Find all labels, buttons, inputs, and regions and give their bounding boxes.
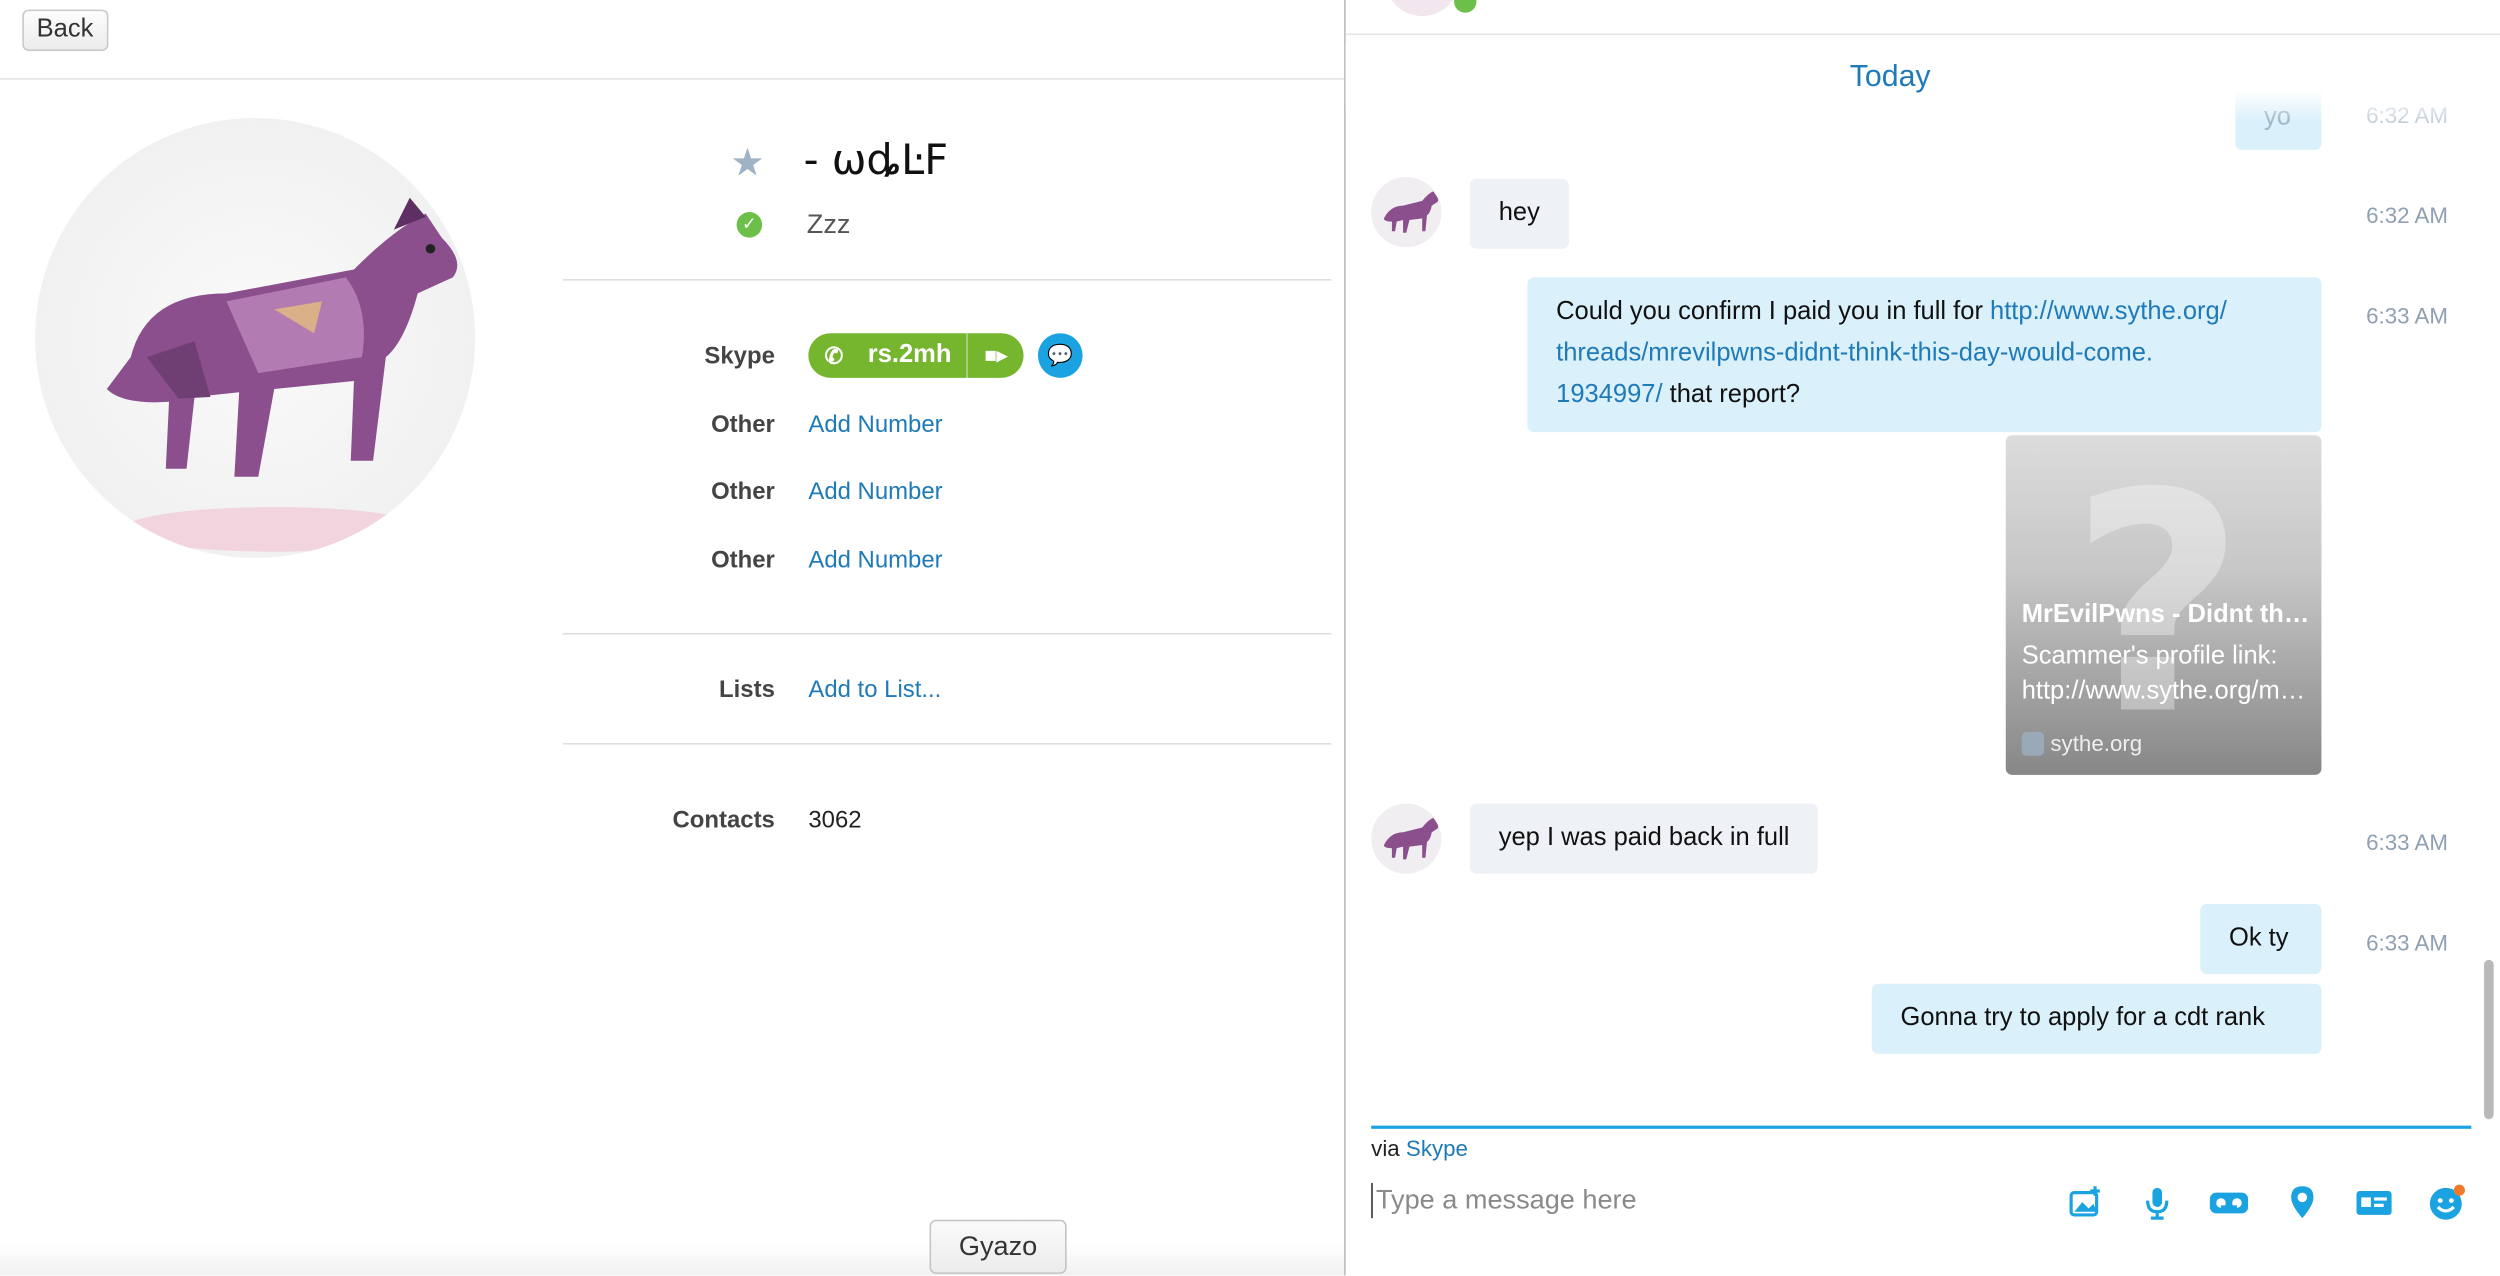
message-link[interactable]: threads/mrevilpwns-didnt-think-this-day-… bbox=[1556, 340, 2153, 367]
link-preview-description: http://www.sythe.org/members/ bbox=[2021, 677, 2312, 705]
phone-icon: ✆ bbox=[824, 341, 844, 368]
via-prefix: via bbox=[1371, 1135, 1400, 1161]
lists-label: Lists bbox=[719, 676, 775, 704]
chat-scrollbar[interactable] bbox=[2484, 959, 2494, 1120]
sender-avatar[interactable] bbox=[1371, 176, 1442, 248]
message-bubble-incoming: hey bbox=[1470, 178, 1569, 249]
video-call-icon[interactable]: ■▸ bbox=[966, 333, 1023, 378]
date-header: Today bbox=[1849, 60, 1931, 95]
divider bbox=[562, 632, 1332, 635]
send-image-icon[interactable] bbox=[2063, 1183, 2108, 1228]
contacts-count: 3062 bbox=[808, 806, 862, 834]
message-timestamp: 6:32 AM bbox=[2366, 202, 2449, 228]
message-text: Could you confirm I paid you in full for bbox=[1556, 298, 1991, 326]
contact-display-name: - ωȡĿF bbox=[803, 137, 949, 185]
divider bbox=[562, 742, 1332, 745]
video-message-icon[interactable] bbox=[2207, 1183, 2252, 1228]
location-pin-icon[interactable] bbox=[2280, 1183, 2325, 1228]
other-label-1: Other bbox=[711, 411, 775, 439]
microphone-icon[interactable] bbox=[2135, 1183, 2180, 1228]
add-number-link-3[interactable]: Add Number bbox=[808, 547, 942, 574]
message-timestamp: 6:33 AM bbox=[2366, 302, 2449, 329]
link-preview-title: MrEvilPwns - Didnt think this day would … bbox=[2021, 601, 2312, 629]
message-bubble-incoming: yep I was paid back in full bbox=[1470, 803, 1819, 874]
link-preview-card[interactable]: ? MrEvilPwns - Didnt think this day woul… bbox=[2005, 435, 2322, 775]
message-timestamp: 6:33 AM bbox=[2366, 829, 2449, 855]
skype-label: Skype bbox=[704, 342, 775, 370]
gyazo-button[interactable]: Gyazo bbox=[929, 1219, 1067, 1274]
header-divider bbox=[0, 78, 1345, 80]
site-shield-icon bbox=[2021, 731, 2045, 756]
message-link[interactable]: 1934997/ bbox=[1556, 381, 1662, 408]
other-label-2: Other bbox=[711, 478, 775, 506]
chat-header-avatar[interactable] bbox=[1387, 0, 1458, 16]
notification-dot-icon bbox=[2453, 1184, 2465, 1196]
chat-bubble-icon[interactable]: 💬 bbox=[1037, 333, 1083, 378]
bottom-edge bbox=[0, 1243, 1345, 1276]
link-preview-site: sythe.org bbox=[2050, 730, 2143, 756]
wolf-avatar-icon bbox=[1383, 191, 1439, 233]
via-skype-link[interactable]: Skype bbox=[1406, 1135, 1468, 1161]
chat-header bbox=[1345, 0, 2500, 36]
sender-avatar[interactable] bbox=[1371, 803, 1442, 874]
wolf-avatar-icon bbox=[1383, 817, 1439, 860]
message-bubble-outgoing: Gonna try to apply for a cdt rank bbox=[1871, 983, 2322, 1054]
online-status-icon bbox=[1454, 0, 1477, 13]
message-timestamp: 6:33 AM bbox=[2366, 929, 2449, 956]
divider bbox=[562, 279, 1332, 281]
online-status-icon: ✓ bbox=[736, 212, 763, 238]
mood-message: Zzz bbox=[806, 208, 851, 240]
message-text: that report? bbox=[1662, 381, 1801, 409]
favorite-star-icon[interactable]: ★ bbox=[730, 140, 764, 186]
add-to-list-link[interactable]: Add to List... bbox=[808, 676, 941, 703]
compose-divider bbox=[1371, 1125, 2472, 1129]
profile-avatar bbox=[35, 117, 476, 559]
profile-pane: Back ★ - ωȡĿF ✓ Zzz Skype ✆ rs.2mh ■▸ 💬 … bbox=[0, 0, 1345, 1276]
contacts-label: Contacts bbox=[672, 806, 775, 834]
other-label-3: Other bbox=[711, 546, 775, 574]
message-bubble-outgoing: Could you confirm I paid you in full for… bbox=[1527, 277, 2322, 433]
contact-card-icon[interactable] bbox=[2352, 1183, 2397, 1228]
add-number-link-2[interactable]: Add Number bbox=[808, 478, 942, 505]
back-button[interactable]: Back bbox=[22, 9, 108, 52]
add-number-link-1[interactable]: Add Number bbox=[808, 411, 942, 438]
chat-pane: yo 6:32 AM Today hey 6:32 AM Could you c… bbox=[1344, 0, 2500, 1276]
via-indicator: via Skype bbox=[1371, 1135, 1468, 1161]
message-input[interactable] bbox=[1371, 1183, 2041, 1219]
message-bubble-outgoing: Ok ty bbox=[2200, 904, 2322, 975]
skype-call-button[interactable]: ✆ rs.2mh ■▸ bbox=[808, 333, 1024, 378]
skype-id: rs.2mh bbox=[867, 341, 952, 369]
link-preview-description: Scammer's profile link: bbox=[2021, 642, 2278, 670]
message-link[interactable]: http://www.sythe.org/ bbox=[1990, 298, 2227, 325]
wolf-illustration bbox=[106, 197, 458, 552]
